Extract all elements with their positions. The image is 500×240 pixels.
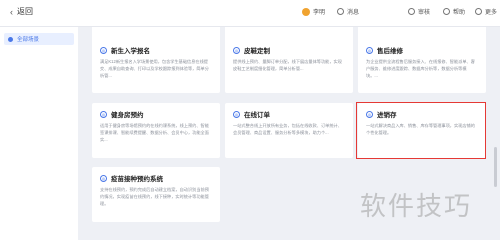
scene-card[interactable]: ◎ 健身房预约 适用于健身房等场馆预约的在线约课系统，线上预约、智能签课排课、智能…: [92, 103, 220, 158]
card-description: 适用于健身房等场馆预约的在线约课系统，线上预约、智能签课排课、智能续费提醒、数据…: [100, 123, 209, 142]
watermark: 软件技巧: [360, 192, 473, 222]
messages-button[interactable]: 消息: [337, 7, 359, 16]
scene-card[interactable]: ◎ 疫苗接种预约系统 支持在线预约，预约完成后自动建立档案，自动识别当前预约情况，…: [92, 167, 220, 222]
card-title: 疫苗接种预约系统: [111, 176, 163, 183]
card-description: 支持在线预约，预约完成后自动建立档案，自动识别当前预约情况，实现疫苗在线预约，线…: [100, 187, 209, 206]
scene-icon: ◎: [100, 110, 107, 118]
scene-card[interactable]: ◎ 新生入学报名 满足K12新生报名入学场景使用，包含学生基础信息在线提交、成果自…: [92, 39, 220, 93]
cube-icon: [408, 8, 415, 15]
top-bar: ‹ 返回 李明 消息 审核 帮助 更多: [0, 0, 500, 27]
card-title: 在线订单: [244, 112, 270, 119]
user-menu[interactable]: 李明: [302, 7, 325, 16]
card-description: 一站式解决商品入库、销售、库存等管理事项，实现店铺的个性化管理。: [366, 123, 475, 135]
card-title: 健身房预约: [111, 112, 144, 119]
scrollbar[interactable]: [494, 147, 497, 187]
scene-icon: ◎: [233, 110, 240, 118]
scene-icon: ◎: [100, 46, 107, 54]
more-label: 更多: [485, 10, 498, 16]
enterprise-label: 审核: [418, 10, 431, 16]
help-label: 帮助: [453, 10, 466, 16]
scene-icon: ◎: [366, 46, 373, 54]
back-button[interactable]: ‹ 返回: [10, 6, 33, 17]
enterprise-button[interactable]: 审核: [408, 7, 430, 16]
user-name: 李明: [313, 10, 326, 16]
card-description: 满足K12新生报名入学场景使用，包含学生基础信息在线提交、成果自助查询、打印以及…: [100, 59, 209, 78]
bell-icon: [337, 8, 344, 15]
grid-icon: [475, 8, 482, 15]
messages-label: 消息: [347, 10, 360, 16]
scene-card[interactable]: ◎ 售后维修 为企业提供全流程售后服务接入、在线报修、智能派单、客户服务、维修进度…: [358, 39, 486, 93]
sidebar: 全部场景: [0, 27, 78, 240]
help-button[interactable]: 帮助: [443, 7, 465, 16]
card-description: 一站式整合线上开放所有业务，包括在线收款、订单统计、会员管理、商品设置、服务分析…: [233, 123, 342, 135]
category-icon: [8, 36, 13, 42]
card-title: 新生入学报名: [111, 48, 150, 55]
card-title: 皮鞋定制: [244, 48, 270, 55]
card-title: 售后维修: [377, 48, 403, 55]
scene-card[interactable]: ◎ 在线订单 一站式整合线上开放所有业务，包括在线收款、订单统计、会员管理、商品设…: [225, 103, 353, 158]
scene-card[interactable]: ◎ 皮鞋定制 提供线上预约、量脚订单分配，线下展店量体等功能，实现皮鞋工艺制度细化…: [225, 39, 353, 93]
card-description: 为企业提供全流程售后服务接入、在线报修、智能派单、客户服务、维修进度跟踪、数据库…: [366, 59, 475, 78]
sidebar-item-label: 全部场景: [17, 37, 40, 43]
card-title: 进销存: [377, 112, 397, 119]
scene-icon: ◎: [100, 174, 107, 182]
help-icon: [443, 8, 450, 15]
avatar: [302, 7, 310, 16]
scene-card[interactable]: ◎ 进销存 一站式解决商品入库、销售、库存等管理事项，实现店铺的个性化管理。: [358, 103, 486, 158]
scene-icon: ◎: [366, 110, 373, 118]
back-label: 返回: [17, 7, 33, 16]
card-description: 提供线上预约、量脚订单分配，线下展店量体等功能，实现皮鞋工艺制度细化管理，简单分…: [233, 59, 342, 71]
sidebar-item-all-scenes[interactable]: 全部场景: [4, 33, 74, 45]
more-button[interactable]: 更多: [475, 7, 497, 16]
scene-icon: ◎: [233, 46, 240, 54]
chevron-left-icon: ‹: [10, 6, 13, 17]
